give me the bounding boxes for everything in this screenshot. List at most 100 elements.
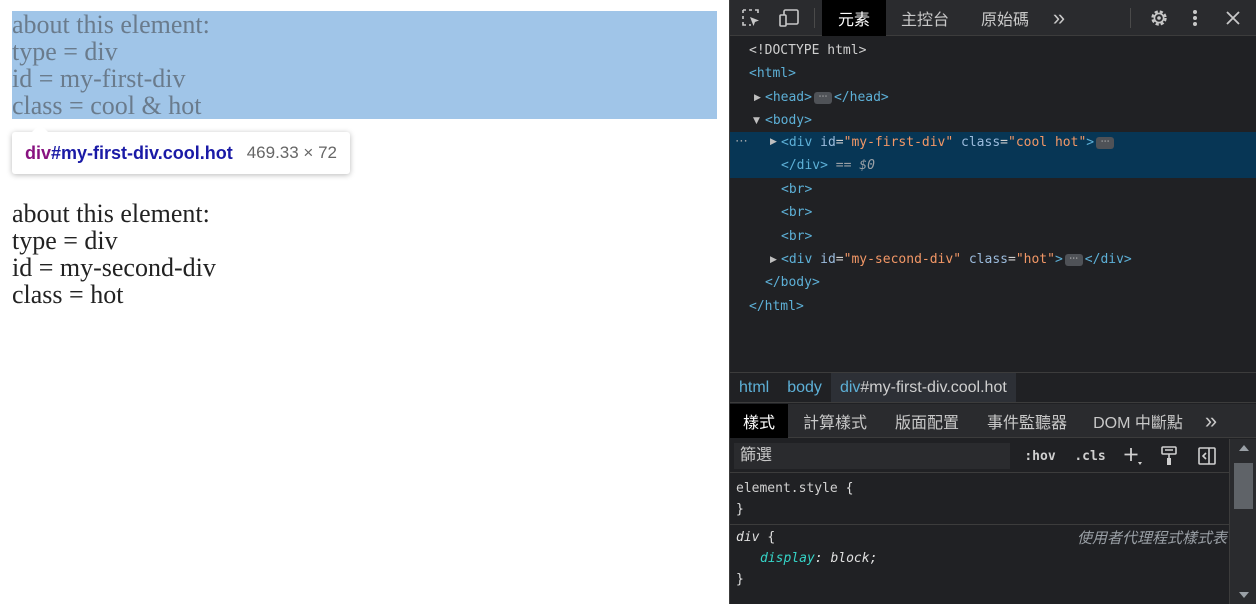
semicolon: ;: [869, 551, 878, 566]
open-brace: {: [845, 481, 854, 496]
html-close-tag: </html>: [749, 299, 804, 314]
close-icon[interactable]: [1220, 0, 1246, 36]
dom-node-html[interactable]: <html>: [730, 62, 1256, 85]
more-tabs-icon[interactable]: »: [1044, 0, 1074, 36]
devtools-toolbar: 元素 主控台 原始碼 »: [730, 0, 1256, 36]
tooltip-tag: div: [25, 142, 52, 163]
tab-event-listeners[interactable]: 事件監聽器: [978, 404, 1076, 438]
div-text-line: type = div: [12, 226, 118, 255]
head-open-tag: <head>: [765, 90, 812, 105]
dom-node-head[interactable]: ▶ <head> ⋯ </head>: [730, 86, 1256, 109]
expand-triangle-icon[interactable]: ▶: [770, 137, 777, 147]
style-declaration[interactable]: display: block;: [760, 548, 877, 569]
rule-selector: div: [736, 530, 760, 545]
breadcrumb-html[interactable]: html: [730, 373, 778, 402]
paint-brush-icon[interactable]: [1154, 439, 1184, 473]
dom-node-first-div-selected[interactable]: ⋯ ▶ <div id="my-first-div" class="cool h…: [730, 132, 1256, 178]
breadcrumb-div[interactable]: div #my-first-div.cool.hot: [830, 373, 1016, 402]
body-close-tag: </body>: [765, 275, 820, 290]
scroll-down-arrow-icon[interactable]: [1239, 592, 1249, 598]
tab-layout[interactable]: 版面配置: [886, 404, 968, 438]
tooltip-selector: #my-first-div.cool.hot: [51, 142, 233, 163]
ellipsis-icon[interactable]: ⋯: [813, 91, 832, 104]
inspect-tooltip: div #my-first-div.cool.hot 469.33 × 72: [12, 124, 350, 174]
expand-triangle-icon[interactable]: ▶: [754, 93, 761, 103]
tab-console[interactable]: 主控台: [892, 0, 958, 36]
attr-name: class: [968, 252, 1008, 267]
attr-name: class: [961, 135, 1001, 150]
head-close-tag: </head>: [833, 90, 889, 105]
tab-computed[interactable]: 計算樣式: [794, 404, 876, 438]
div-ua-rule[interactable]: div { 使用者代理程式樣式表 display: block; }: [730, 525, 1229, 604]
page-viewport: about this element: type = div id = my-f…: [0, 0, 729, 604]
breadcrumb: html body div #my-first-div.cool.hot: [730, 372, 1256, 403]
tooltip-size: 469.33 × 72: [246, 143, 337, 162]
gear-icon[interactable]: [1144, 0, 1174, 36]
more-tabs-icon[interactable]: »: [1196, 404, 1226, 438]
scroll-thumb[interactable]: [1234, 463, 1253, 509]
open-brace: {: [767, 530, 776, 545]
cls-toggle-button[interactable]: .cls: [1070, 439, 1110, 473]
dom-node-body[interactable]: ▼ <body>: [730, 109, 1256, 132]
styles-scrollbar[interactable]: [1229, 439, 1256, 604]
styles-tabbar: 樣式 計算樣式 版面配置 事件監聽器 DOM 中斷點 »: [730, 404, 1256, 438]
div-text-line: id = my-first-div: [12, 64, 186, 93]
tab-dom-breakpoints[interactable]: DOM 中斷點: [1086, 404, 1190, 438]
tag-bracket: >: [1086, 135, 1095, 150]
styles-filter-input[interactable]: [734, 443, 1010, 469]
breadcrumb-body[interactable]: body: [778, 373, 831, 402]
br-tag: <br>: [781, 229, 813, 244]
collapse-triangle-icon[interactable]: ▼: [753, 116, 760, 126]
dom-node-doctype[interactable]: <!DOCTYPE html>: [730, 39, 1256, 62]
dom-node-br[interactable]: <br>: [730, 178, 1256, 201]
rule-selector: element.style: [736, 481, 838, 496]
kebab-menu-icon[interactable]: [1182, 0, 1208, 36]
user-agent-stylesheet-label: 使用者代理程式樣式表: [1076, 530, 1227, 547]
node-actions-icon[interactable]: ⋯: [735, 134, 748, 149]
element-style-rule[interactable]: element.style { }: [730, 474, 1229, 525]
breadcrumb-div-tag: div: [839, 378, 861, 396]
expand-triangle-icon[interactable]: ▶: [770, 255, 777, 265]
new-style-rule-icon[interactable]: [1118, 439, 1148, 473]
attr-name: id: [820, 135, 836, 150]
devtools-panel: 元素 主控台 原始碼 » <!DOCTYPE html> <html> ▶ <h…: [729, 0, 1256, 604]
div-text-line: about this element:: [12, 10, 210, 39]
inspect-element-icon[interactable]: [736, 0, 766, 36]
tab-styles[interactable]: 樣式: [730, 404, 788, 438]
div-text-line: class = hot: [12, 280, 124, 309]
dom-node-body-close[interactable]: </body>: [730, 271, 1256, 294]
dom-node-br[interactable]: <br>: [730, 201, 1256, 224]
colon: :: [814, 551, 823, 566]
dom-tree: <!DOCTYPE html> <html> ▶ <head> ⋯ </head> …: [730, 37, 1256, 372]
scroll-up-arrow-icon[interactable]: [1239, 445, 1249, 451]
device-toolbar-icon[interactable]: [774, 0, 806, 36]
ellipsis-icon[interactable]: ⋯: [1064, 253, 1083, 266]
breadcrumb-div-selector: #my-first-div.cool.hot: [860, 378, 1007, 396]
div-text-line: class = cool & hot: [12, 91, 202, 120]
tab-sources[interactable]: 原始碼: [972, 0, 1038, 36]
toolbar-separator: [814, 8, 815, 28]
dom-node-second-div[interactable]: ▶ <div id="my-second-div" class="hot"> ⋯ <…: [730, 248, 1256, 271]
dom-node-br[interactable]: <br>: [730, 225, 1256, 248]
first-div-highlighted[interactable]: about this element: type = div id = my-f…: [12, 11, 717, 119]
toolbar-separator: [1130, 8, 1131, 28]
tab-elements[interactable]: 元素: [822, 0, 886, 36]
eq-ref: ==: [835, 158, 852, 173]
attr-value: "hot": [1015, 252, 1055, 267]
hov-toggle-button[interactable]: :hov: [1020, 439, 1060, 473]
css-value: block: [830, 551, 870, 566]
toggle-sidebar-icon[interactable]: [1192, 439, 1222, 473]
dom-node-html-close[interactable]: </html>: [730, 295, 1256, 318]
div-open-tag: <div: [781, 135, 813, 150]
second-div[interactable]: about this element: type = div id = my-s…: [12, 200, 216, 308]
body-open-tag: <body>: [765, 113, 812, 128]
div-close-tag: </div>: [1084, 252, 1132, 267]
div-close-tag: </div>: [781, 158, 828, 173]
ref-var: $0: [859, 158, 875, 173]
div-open-tag: <div: [781, 252, 813, 267]
first-div-close-line: </div> == $0: [781, 158, 875, 173]
ellipsis-icon[interactable]: ⋯: [1096, 136, 1115, 149]
close-brace: }: [736, 502, 744, 517]
br-tag: <br>: [781, 182, 813, 197]
second-div-line: <div id="my-second-div" class="hot"> ⋯ </d…: [781, 252, 1132, 267]
